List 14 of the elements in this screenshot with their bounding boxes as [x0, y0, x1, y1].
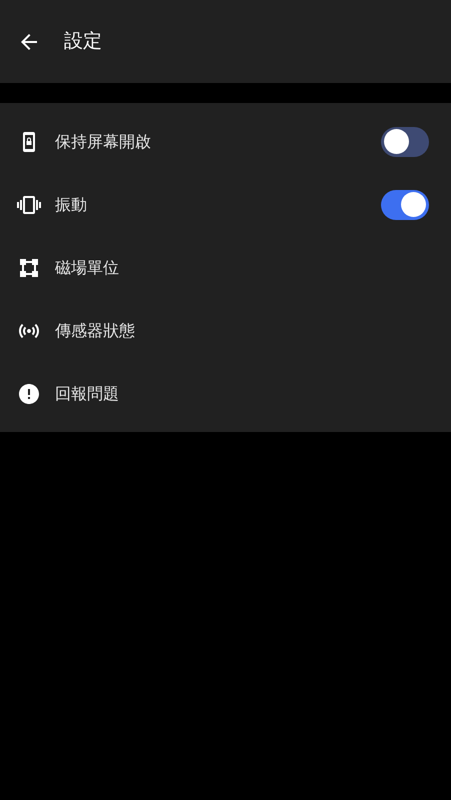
- item-label: 振動: [55, 194, 88, 216]
- item-label: 傳感器狀態: [55, 320, 136, 342]
- toggle-switch[interactable]: [381, 190, 429, 220]
- settings-item[interactable]: 傳感器狀態: [0, 299, 451, 362]
- toggle-switch[interactable]: [381, 126, 429, 156]
- alert-icon: [17, 382, 41, 406]
- settings-item[interactable]: 保持屏幕開啟: [0, 110, 451, 173]
- item-label: 保持屏幕開啟: [55, 130, 152, 152]
- settings-item[interactable]: 回報問題: [0, 362, 451, 425]
- settings-item[interactable]: 振動: [0, 173, 451, 236]
- screen-title: 設定: [64, 29, 102, 54]
- item-label: 磁場單位: [55, 256, 120, 278]
- settings-item[interactable]: 磁場單位: [0, 236, 451, 299]
- item-label: 回報問題: [55, 382, 120, 404]
